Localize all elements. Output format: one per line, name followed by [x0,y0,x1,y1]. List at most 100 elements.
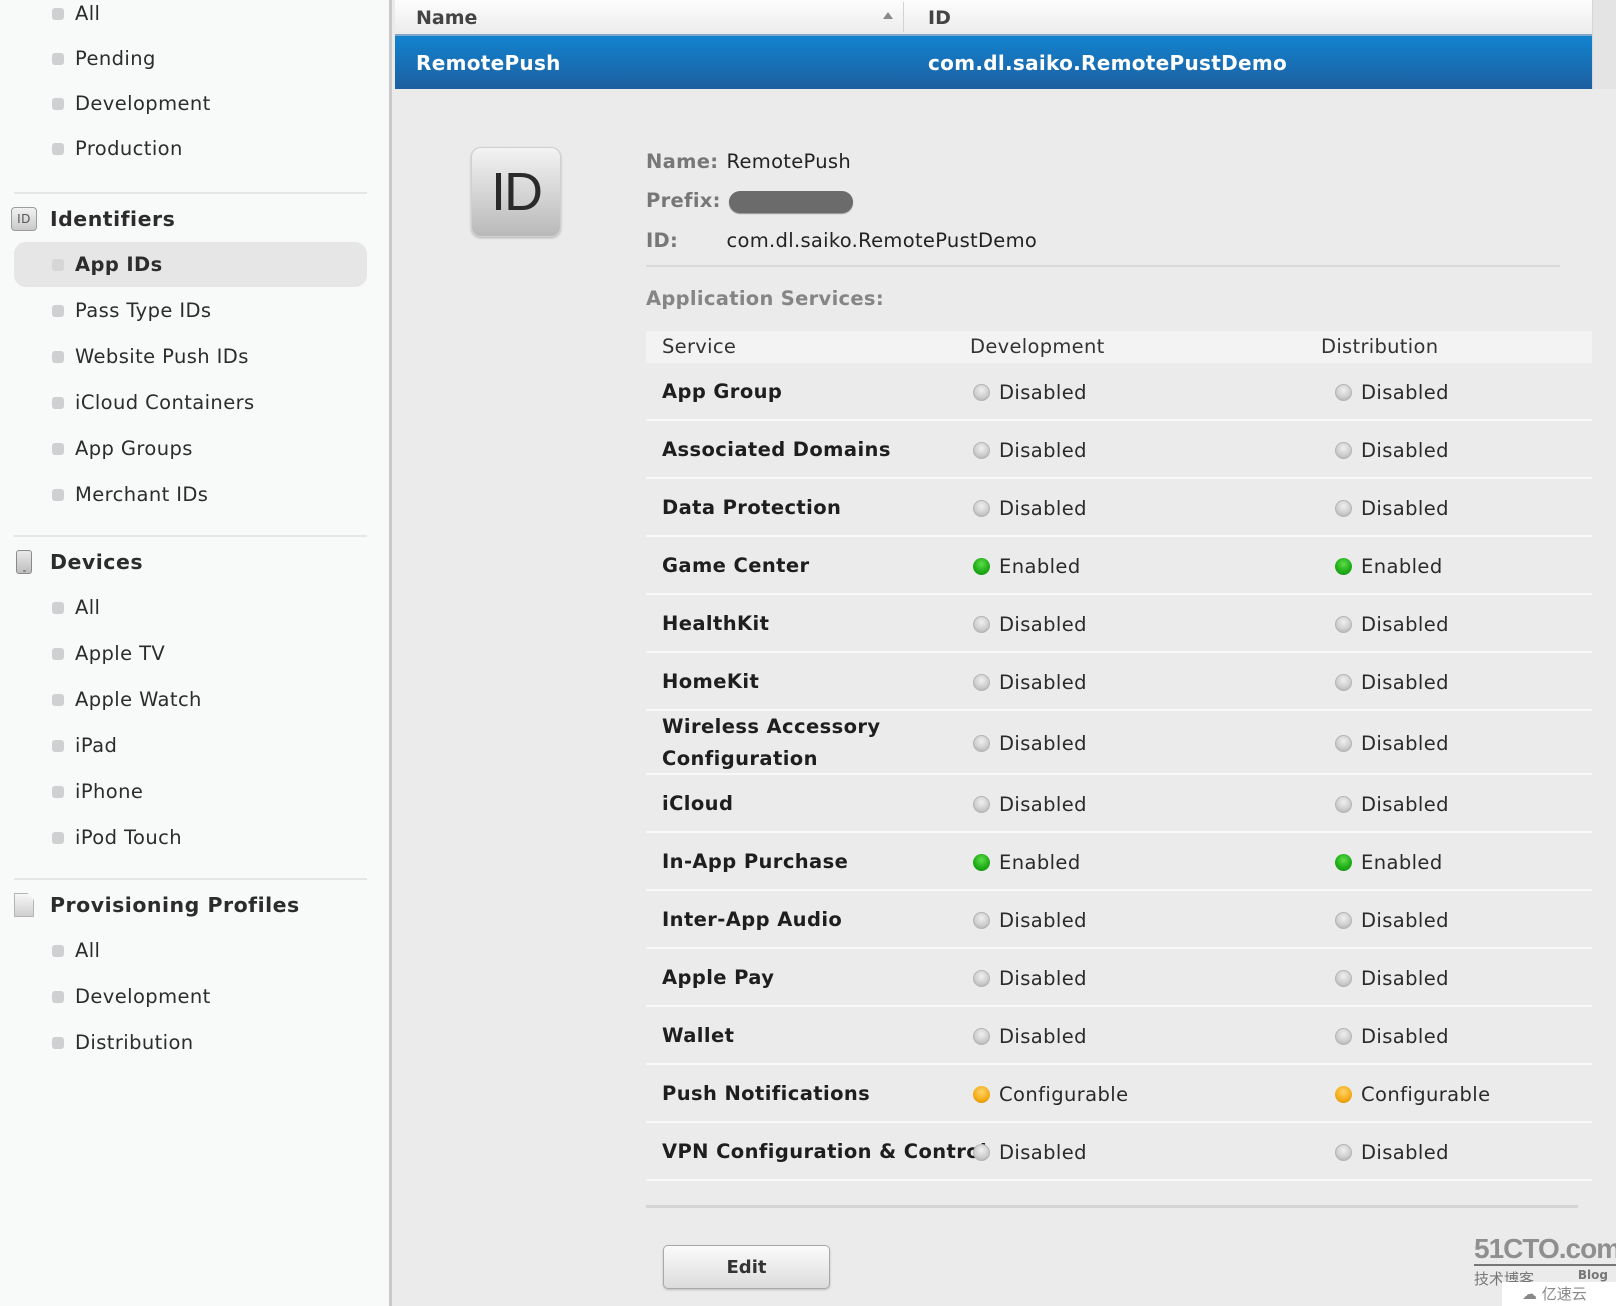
status-text: Disabled [999,670,1087,694]
status-text: Disabled [1361,612,1449,636]
sidebar-item-profiles-distribution[interactable]: Distribution [14,1020,367,1065]
status-text: Enabled [999,850,1081,874]
services-table-header: Service Development Distribution [646,331,1592,363]
sidebar-item-app-ids[interactable]: App IDs [14,242,367,287]
watermark-cloud: ☁ 亿速云 [1502,1282,1616,1306]
status-development: Enabled [973,848,1081,876]
sidebar-item-certificates-pending[interactable]: Pending [14,36,367,81]
sidebar-item-profiles-development[interactable]: Development [14,974,367,1019]
sidebar-divider [14,192,367,194]
cloud-icon: ☁ [1522,1285,1537,1303]
status-configurable-icon [973,1085,990,1103]
sidebar-item-profiles-all[interactable]: All [14,928,367,973]
status-disabled-icon [973,499,990,517]
status-text: Disabled [999,380,1087,404]
sidebar-item-iphone[interactable]: iPhone [14,769,367,814]
status-text: Disabled [1361,670,1449,694]
name-value: RemotePush [726,150,852,173]
status-distribution: Disabled [1335,494,1449,522]
services-title: Application Services: [646,287,884,310]
service-row: Wireless Accessory Configuration Disabled… [646,711,1592,775]
service-row: In-App Purchase Enabled Enabled [646,833,1592,891]
prefix-redacted-value [728,190,853,213]
status-text: Disabled [999,731,1087,755]
section-title: Devices [50,550,144,574]
status-development: Disabled [973,790,1087,818]
status-enabled-icon [1335,853,1352,871]
status-distribution: Disabled [1335,610,1449,638]
service-row: Wallet Disabled Disabled [646,1007,1592,1065]
bullet-icon [52,1036,64,1049]
sidebar-section-provisioning-profiles: Provisioning Profiles [10,885,300,925]
sidebar-item-certificates-all[interactable]: All [14,0,367,36]
status-distribution: Disabled [1335,1022,1449,1050]
bullet-icon [52,258,64,271]
sidebar-item-icloud-containers[interactable]: iCloud Containers [14,380,367,425]
service-name: Data Protection [662,496,842,519]
status-distribution: Configurable [1335,1080,1490,1108]
header-distribution: Distribution [1321,335,1439,358]
sidebar-item-pass-type-ids[interactable]: Pass Type IDs [14,288,367,333]
section-title: Identifiers [50,207,176,231]
sidebar-item-merchant-ids[interactable]: Merchant IDs [14,472,367,517]
column-separator[interactable] [903,2,904,32]
status-distribution: Disabled [1335,436,1449,464]
bullet-icon [52,52,64,65]
sidebar-item-ipod-touch[interactable]: iPod Touch [14,815,367,860]
status-development: Disabled [973,668,1087,696]
sidebar-item-certificates-production[interactable]: Production [14,126,367,171]
services-rows: App Group Disabled Disabled Associated Doma… [646,363,1592,1181]
sidebar-item-label: Website Push IDs [75,345,249,368]
service-name: Push Notifications [662,1082,871,1105]
sidebar-item-label: Production [75,137,183,160]
name-label: Name: [646,150,719,173]
sidebar-item-label: iCloud Containers [75,391,255,414]
status-enabled-icon [1335,557,1352,575]
status-development: Disabled [973,378,1087,406]
sidebar-item-label: Development [75,985,211,1008]
status-distribution: Disabled [1335,378,1449,406]
status-text: Disabled [1361,496,1449,520]
sidebar-item-ipad[interactable]: iPad [14,723,367,768]
table-row-selected[interactable]: RemotePush com.dl.saiko.RemotePustDemo [395,36,1592,89]
status-disabled-icon [1335,911,1352,929]
list-scrollbar[interactable] [1592,0,1616,89]
column-header-name[interactable]: Name [416,7,477,29]
sort-ascending-icon[interactable] [883,12,893,19]
sidebar-item-label: All [75,2,101,25]
status-distribution: Enabled [1335,848,1443,876]
status-enabled-icon [973,557,990,575]
bullet-icon [52,97,64,110]
sidebar-item-app-groups[interactable]: App Groups [14,426,367,471]
status-text: Disabled [999,612,1087,636]
status-text: Disabled [999,1140,1087,1164]
status-disabled-icon [1335,1143,1352,1161]
status-disabled-icon [973,1027,990,1045]
status-distribution: Disabled [1335,790,1449,818]
sidebar-item-label: App Groups [75,437,193,460]
status-text: Disabled [999,438,1087,462]
sidebar-divider [14,535,367,537]
status-text: Disabled [1361,731,1449,755]
status-text: Enabled [999,554,1081,578]
status-disabled-icon [973,441,990,459]
sidebar-item-website-push-ids[interactable]: Website Push IDs [14,334,367,379]
sidebar-item-certificates-development[interactable]: Development [14,81,367,126]
sidebar-item-apple-tv[interactable]: Apple TV [14,631,367,676]
sidebar-section-devices: Devices [10,542,143,582]
edit-button[interactable]: Edit [663,1245,830,1289]
status-distribution: Disabled [1335,964,1449,992]
status-disabled-icon [973,615,990,633]
sidebar-item-devices-all[interactable]: All [14,585,367,630]
status-disabled-icon [973,969,990,987]
column-header-id[interactable]: ID [928,7,951,29]
status-text: Disabled [1361,438,1449,462]
id-value: com.dl.saiko.RemotePustDemo [726,229,1038,252]
sidebar-item-label: Apple Watch [75,688,202,711]
status-disabled-icon [1335,734,1352,752]
status-disabled-icon [1335,1027,1352,1045]
status-development: Disabled [973,1138,1087,1166]
sidebar-item-apple-watch[interactable]: Apple Watch [14,677,367,722]
sidebar-item-label: iPod Touch [75,826,182,849]
service-name: VPN Configuration & Control [662,1140,988,1163]
